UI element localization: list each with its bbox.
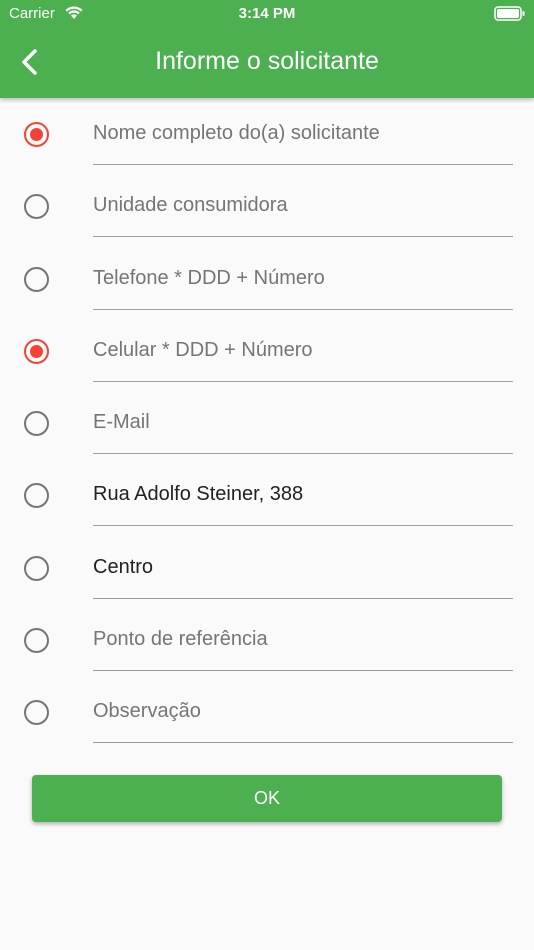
radio-name[interactable] (24, 122, 49, 147)
street-field[interactable]: Rua Adolfo Steiner, 388 (93, 471, 513, 527)
radio-street[interactable] (24, 483, 49, 509)
neighborhood-field[interactable]: Centro (93, 544, 513, 599)
radio-mobile[interactable] (24, 338, 49, 364)
phone-field[interactable]: Telefone * DDD + Número (93, 255, 513, 310)
form-row-neighborhood: Centro (0, 532, 534, 604)
phone-field-text: Telefone * DDD + Número (93, 266, 325, 289)
page-title: Informe o solicitante (155, 47, 379, 75)
radio-neighborhood[interactable] (24, 555, 49, 581)
street-field-text: Rua Adolfo Steiner, 388 (93, 483, 304, 506)
radio-consumer-unit[interactable] (24, 194, 49, 220)
navigation-bar: Informe o solicitante (0, 28, 534, 98)
notes-field-text: Observação (93, 700, 201, 723)
form-row-notes: Observação (0, 676, 534, 748)
email-field[interactable]: E-Mail (93, 399, 513, 455)
name-field[interactable]: Nome completo do(a) solicitante (93, 110, 513, 165)
status-bar: Carrier 3:14 PM (0, 0, 534, 28)
consumer-unit-field-text: Unidade consumidora (93, 194, 288, 217)
form-row-phone: Telefone * DDD + Número (0, 243, 534, 315)
status-time: 3:14 PM (238, 5, 296, 22)
form-row-name: Nome completo do(a) solicitante (0, 98, 534, 170)
radio-email[interactable] (24, 411, 49, 437)
form-row-street: Rua Adolfo Steiner, 388 (0, 459, 534, 531)
reference-field[interactable]: Ponto de referência (93, 616, 513, 672)
form-row-email: E-Mail (0, 387, 534, 459)
radio-notes[interactable] (24, 700, 49, 726)
consumer-unit-field[interactable]: Unidade consumidora (93, 182, 513, 238)
notes-field[interactable]: Observação (93, 688, 513, 744)
radio-phone[interactable] (24, 266, 49, 292)
form-row-consumer-unit: Unidade consumidora (0, 170, 534, 242)
mobile-field[interactable]: Celular * DDD + Número (93, 327, 513, 382)
reference-field-text: Ponto de referência (93, 628, 268, 651)
battery-icon (494, 6, 525, 21)
ok-button[interactable]: OK (32, 775, 502, 822)
mobile-field-text: Celular * DDD + Número (93, 338, 313, 361)
name-field-text: Nome completo do(a) solicitante (93, 122, 380, 144)
email-field-text: E-Mail (93, 411, 150, 434)
form-row-reference: Ponto de referência (0, 604, 534, 676)
form-row-mobile: Celular * DDD + Número (0, 315, 534, 387)
neighborhood-field-text: Centro (93, 555, 154, 578)
requester-form: Nome completo do(a) solicitante Unidade … (0, 98, 534, 749)
app-header: Carrier 3:14 PM Informe o solicitante (0, 0, 534, 98)
radio-dot (30, 344, 43, 358)
radio-dot (30, 128, 43, 141)
radio-reference[interactable] (24, 628, 49, 654)
